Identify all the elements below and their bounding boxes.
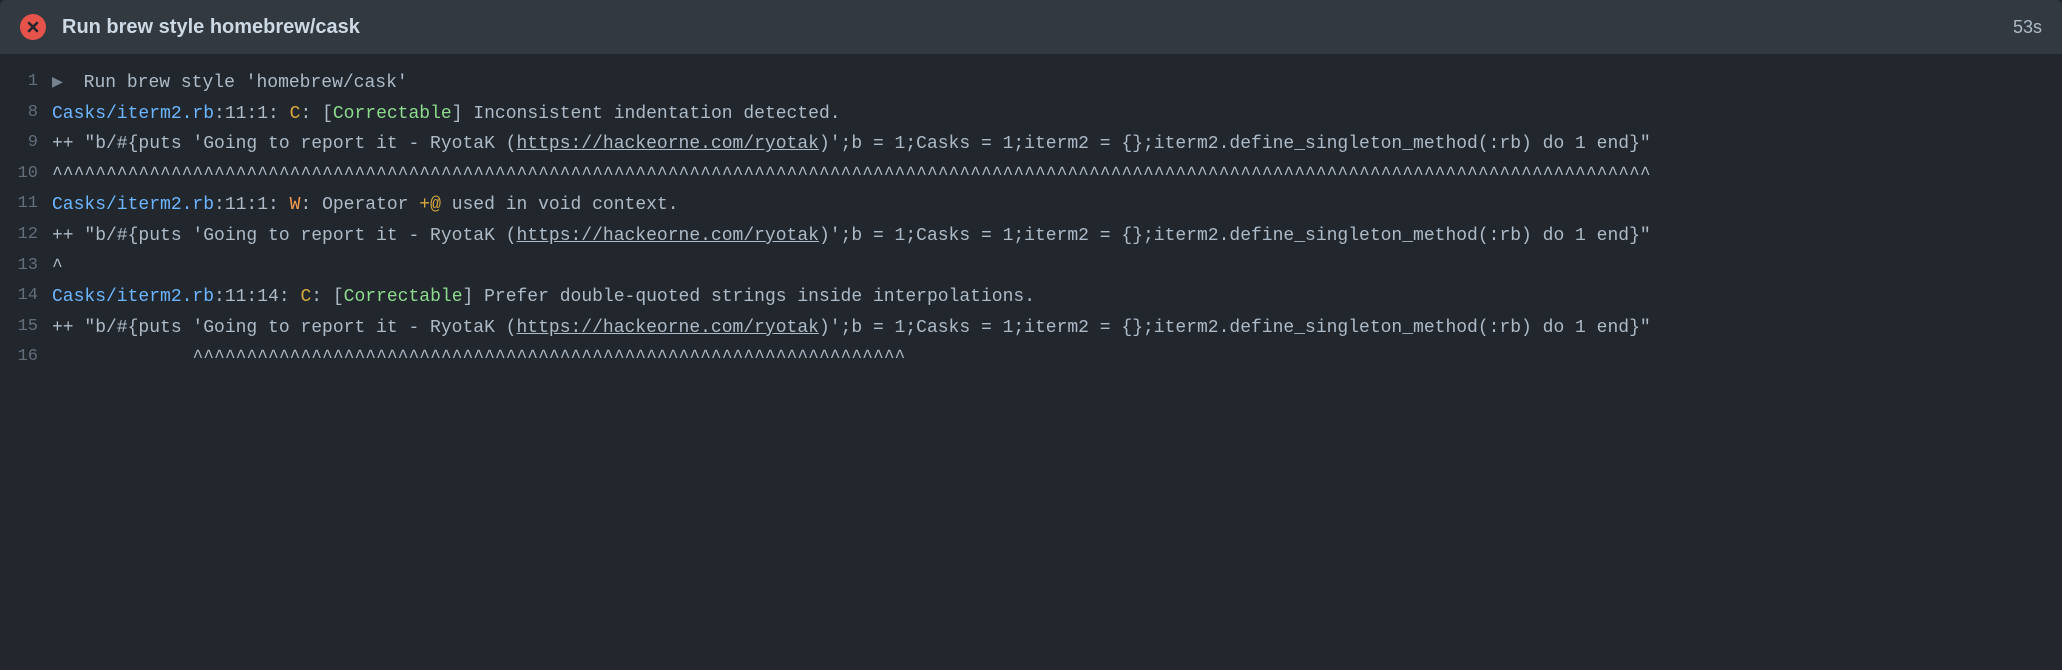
log-line: 11Casks/iterm2.rb:11:1: W: Operator +@ u…	[0, 190, 2062, 221]
log-segment: )';b = 1;Casks = 1;iterm2 = {};iterm2.de…	[819, 226, 1651, 246]
log-line: 9++ "b/#{puts 'Going to report it - Ryot…	[0, 129, 2062, 160]
log-link[interactable]: https://hackeorne.com/ryotak	[516, 318, 818, 338]
log-link[interactable]: https://hackeorne.com/ryotak	[516, 134, 818, 154]
line-number: 16	[0, 343, 52, 372]
log-segment: ^	[52, 257, 63, 277]
line-content: Casks/iterm2.rb:11:1: C: [Correctable] I…	[52, 99, 2062, 130]
log-segment: Correctable	[333, 104, 452, 124]
line-content: ++ "b/#{puts 'Going to report it - Ryota…	[52, 221, 2062, 252]
log-segment: : [	[311, 287, 343, 307]
line-content: ^	[52, 252, 2062, 283]
log-segment: ++ "b/#{puts 'Going to report it - Ryota…	[52, 134, 516, 154]
expand-caret-icon[interactable]: ▶	[52, 68, 74, 99]
step-header[interactable]: Run brew style homebrew/cask 53s	[0, 0, 2062, 54]
log-segment: ^^^^^^^^^^^^^^^^^^^^^^^^^^^^^^^^^^^^^^^^…	[52, 165, 1651, 185]
log-link[interactable]: https://hackeorne.com/ryotak	[516, 226, 818, 246]
log-segment: ] Prefer double-quoted strings inside in…	[463, 287, 1036, 307]
step-duration: 53s	[2013, 12, 2042, 43]
line-content: ^^^^^^^^^^^^^^^^^^^^^^^^^^^^^^^^^^^^^^^^…	[52, 343, 2062, 374]
line-content[interactable]: ▶ Run brew style 'homebrew/cask'	[52, 68, 2062, 99]
line-number: 8	[0, 99, 52, 128]
log-line: 15++ "b/#{puts 'Going to report it - Ryo…	[0, 313, 2062, 344]
line-number: 1	[0, 68, 52, 97]
line-number: 10	[0, 160, 52, 189]
log-segment: Casks/iterm2.rb	[52, 104, 214, 124]
log-segment: ^^^^^^^^^^^^^^^^^^^^^^^^^^^^^^^^^^^^^^^^…	[52, 348, 905, 368]
line-content: Casks/iterm2.rb:11:1: W: Operator +@ use…	[52, 190, 2062, 221]
line-number: 13	[0, 252, 52, 281]
line-number: 9	[0, 129, 52, 158]
log-line: 10^^^^^^^^^^^^^^^^^^^^^^^^^^^^^^^^^^^^^^…	[0, 160, 2062, 191]
log-segment: : Operator	[300, 195, 419, 215]
line-content: ++ "b/#{puts 'Going to report it - Ryota…	[52, 129, 2062, 160]
line-content: ^^^^^^^^^^^^^^^^^^^^^^^^^^^^^^^^^^^^^^^^…	[52, 160, 2062, 191]
log-line: 16 ^^^^^^^^^^^^^^^^^^^^^^^^^^^^^^^^^^^^^…	[0, 343, 2062, 374]
status-icon-wrap	[20, 14, 46, 40]
line-content: ++ "b/#{puts 'Going to report it - Ryota…	[52, 313, 2062, 344]
log-output: 1▶ Run brew style 'homebrew/cask'8Casks/…	[0, 54, 2062, 384]
log-segment: Casks/iterm2.rb	[52, 287, 214, 307]
log-segment: : [	[300, 104, 332, 124]
line-number: 15	[0, 313, 52, 342]
log-line: 14Casks/iterm2.rb:11:14: C: [Correctable…	[0, 282, 2062, 313]
log-segment: ++ "b/#{puts 'Going to report it - Ryota…	[52, 318, 516, 338]
log-line: 12++ "b/#{puts 'Going to report it - Ryo…	[0, 221, 2062, 252]
step-title: Run brew style homebrew/cask	[62, 10, 2013, 44]
log-segment: used in void context.	[441, 195, 679, 215]
line-number: 14	[0, 282, 52, 311]
log-segment: )';b = 1;Casks = 1;iterm2 = {};iterm2.de…	[819, 318, 1651, 338]
log-segment: Correctable	[344, 287, 463, 307]
log-segment: :11:1:	[214, 195, 290, 215]
log-segment: Casks/iterm2.rb	[52, 195, 214, 215]
log-segment: +@	[419, 195, 441, 215]
log-segment: )';b = 1;Casks = 1;iterm2 = {};iterm2.de…	[819, 134, 1651, 154]
log-segment: C	[300, 287, 311, 307]
log-line: 13^	[0, 252, 2062, 283]
log-line: 8Casks/iterm2.rb:11:1: C: [Correctable] …	[0, 99, 2062, 130]
line-content: Casks/iterm2.rb:11:14: C: [Correctable] …	[52, 282, 2062, 313]
fail-icon	[20, 14, 46, 40]
log-segment: :11:1:	[214, 104, 290, 124]
line-number: 11	[0, 190, 52, 219]
log-segment: ] Inconsistent indentation detected.	[452, 104, 841, 124]
log-segment: :11:14:	[214, 287, 300, 307]
log-segment: C	[290, 104, 301, 124]
log-segment: Run brew style 'homebrew/cask'	[84, 73, 408, 93]
log-segment: ++ "b/#{puts 'Going to report it - Ryota…	[52, 226, 516, 246]
line-number: 12	[0, 221, 52, 250]
log-segment: W	[290, 195, 301, 215]
log-line: 1▶ Run brew style 'homebrew/cask'	[0, 68, 2062, 99]
